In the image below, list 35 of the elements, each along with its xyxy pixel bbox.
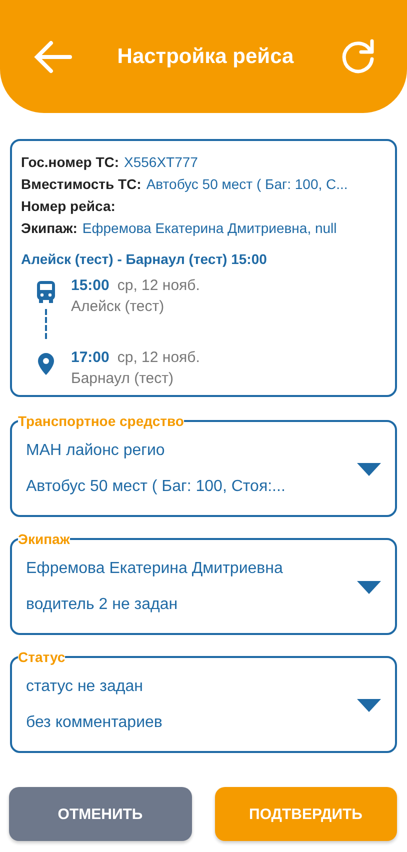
bus-icon [37,281,55,303]
dropdown-caret-icon [357,462,381,476]
cancel-button[interactable]: ОТМЕНИТЬ [9,787,192,841]
dropdown-field[interactable]: Экипаж Ефремова Екатерина Дмитриевна водитель 2 не задан [10,531,397,635]
back-arrow-icon[interactable] [34,40,72,74]
field-label: Статус [18,649,66,665]
dropdown-caret-icon [357,580,381,594]
route-title: Алейск (тест) - Барнаул (тест) 15:00 [21,250,268,269]
stop-time: 15:00 [71,277,110,294]
field-value: Ефремова Екатерина Дмитриевна, null [82,219,337,238]
selected-value: Ефремова Екатерина Дмитриевна [26,559,283,579]
stop-date: ср, 12 нояб. [117,349,200,366]
field-value: X556XT777 [124,153,198,172]
field-value: Автобус 50 мест ( Баг: 100, С... [146,175,348,194]
screen-title: Настройка рейса [117,44,294,68]
stop-place: Барнаул (тест) [71,370,174,387]
location-pin-icon [38,353,54,375]
selected-detail: Автобус 50 мест ( Баг: 100, Стоя:... [26,477,286,497]
field-label: Номер рейса: [21,197,116,216]
dropdown-field[interactable]: Статус статус не задан без комментариев [10,649,397,753]
dropdown-field[interactable]: Транспортное средство МАН лайонс регио Автобус 50 мест ( Баг: 100, Стоя:... [10,413,397,517]
stop-date: ср, 12 нояб. [117,277,200,294]
selected-detail: водитель 2 не задан [26,595,179,615]
selected-value: МАН лайонс регио [26,441,166,461]
selected-value: статус не задан [26,677,144,697]
stop-time: 17:00 [71,349,110,366]
dropdown-caret-icon [357,698,381,712]
field-label: Вместимость ТС: [21,175,142,194]
field-label: Транспортное средство [18,413,184,429]
selected-detail: без комментариев [26,713,162,733]
field-label: Гос.номер ТС: [21,153,120,172]
field-label: Экипаж [18,531,70,547]
stop-place: Алейск (тест) [71,298,166,315]
dashed-connector [45,309,47,339]
field-label: Экипаж: [21,219,78,238]
